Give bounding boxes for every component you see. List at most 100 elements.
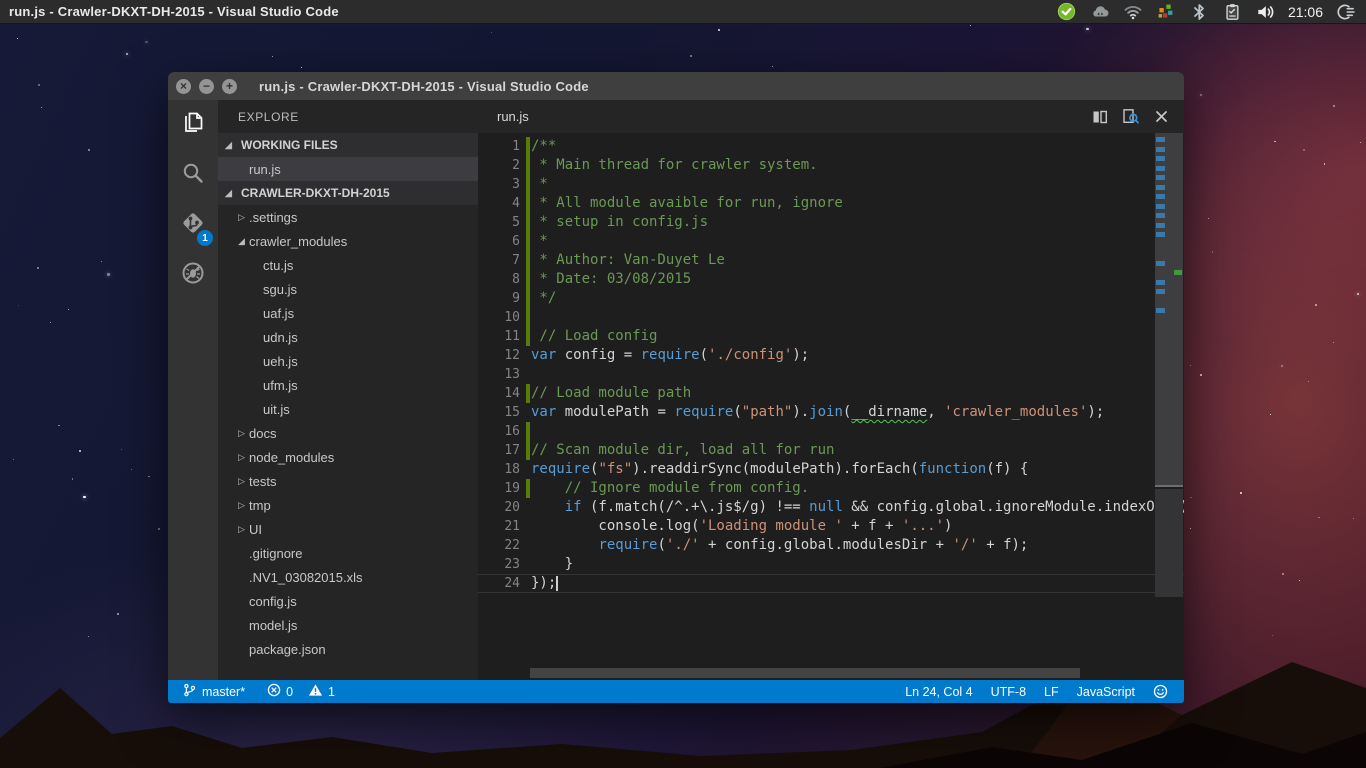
activity-git[interactable]: 1 [168,200,218,250]
code-line-21[interactable]: 21 console.log('Loading module ' + f + '… [478,517,1184,536]
code-line-23[interactable]: 23 } [478,555,1184,574]
network-places-icon[interactable] [1156,2,1176,22]
skype-presence-icon[interactable] [1057,2,1077,22]
code-line-20[interactable]: 20 if (f.match(/^.+\.js$/g) !== null && … [478,498,1184,517]
code-line-5[interactable]: 5 * setup in config.js [478,213,1184,232]
section-project[interactable]: ◢ CRAWLER-DKXT-DH-2015 [218,181,478,205]
code-line-7[interactable]: 7 * Author: Van-Duyet Le [478,251,1184,270]
sidebar-item-package-json[interactable]: package.json [218,637,478,661]
sidebar-item-udn-js[interactable]: udn.js [218,325,478,349]
window-minimize-button[interactable]: − [199,79,214,94]
code-line-15[interactable]: 15var modulePath = require("path").join(… [478,403,1184,422]
code-line-3[interactable]: 3 * [478,175,1184,194]
close-icon[interactable] [1153,108,1170,125]
sidebar-item-run-js[interactable]: run.js [218,157,478,181]
feedback-smiley-icon[interactable] [1153,684,1168,699]
encoding-indicator[interactable]: UTF-8 [991,685,1026,699]
scrollbar-track[interactable] [1155,489,1183,597]
branch-icon [182,682,197,701]
window-maximize-button[interactable]: + [222,79,237,94]
code-line-10[interactable]: 10 [478,308,1184,327]
git-added-gutter-bar [526,213,530,232]
eol-indicator[interactable]: LF [1044,685,1059,699]
code-line-8[interactable]: 8 * Date: 03/08/2015 [478,270,1184,289]
code-line-9[interactable]: 9 */ [478,289,1184,308]
twistie-collapsed-icon[interactable]: ▷ [238,452,249,463]
twistie-collapsed-icon[interactable]: ▷ [238,476,249,487]
twistie-collapsed-icon[interactable]: ▷ [238,428,249,439]
window-titlebar[interactable]: × − + run.js - Crawler-DKXT-DH-2015 - Vi… [168,72,1184,100]
horizontal-scrollbar[interactable] [530,668,1080,678]
sidebar-item-ui[interactable]: ▷UI [218,517,478,541]
code-text: * setup in config.js [531,213,708,232]
ruler-change-mark [1156,261,1165,266]
code-line-19[interactable]: 19 // Ignore module from config. [478,479,1184,498]
preview-icon[interactable] [1122,108,1139,125]
code-line-13[interactable]: 13 [478,365,1184,384]
sidebar-item-ctu-js[interactable]: ctu.js [218,253,478,277]
file-label: run.js [249,162,281,177]
language-mode[interactable]: JavaScript [1077,685,1135,699]
debug-no-bug-icon [180,260,206,291]
code-line-22[interactable]: 22 require('./' + config.global.modulesD… [478,536,1184,555]
session-power-icon[interactable] [1336,2,1356,22]
code-line-18[interactable]: 18require("fs").readdirSync(modulePath).… [478,460,1184,479]
sidebar-item-node-modules[interactable]: ▷node_modules [218,445,478,469]
activity-explorer[interactable] [168,100,218,150]
code-line-14[interactable]: 14// Load module path [478,384,1184,403]
twistie-expanded-icon[interactable]: ◢ [238,236,249,247]
sidebar-item-uit-js[interactable]: uit.js [218,397,478,421]
sidebar-item-sgu-js[interactable]: sgu.js [218,277,478,301]
code-line-4[interactable]: 4 * All module avaible for run, ignore [478,194,1184,213]
code-line-17[interactable]: 17// Scan module dir, load all for run [478,441,1184,460]
editor-tabbar: run.js [478,100,1184,133]
overview-ruler[interactable] [1155,133,1183,599]
sidebar-item-tmp[interactable]: ▷tmp [218,493,478,517]
clock[interactable]: 21:06 [1288,4,1323,20]
window-close-button[interactable]: × [176,79,191,94]
sidebar-item-docs[interactable]: ▷docs [218,421,478,445]
git-branch-status[interactable]: master* [182,682,245,701]
sidebar-item-settings[interactable]: ▷.settings [218,205,478,229]
tab-run-js[interactable]: run.js [478,109,529,124]
code-line-6[interactable]: 6 * [478,232,1184,251]
sidebar-item-config-js[interactable]: config.js [218,589,478,613]
code-line-11[interactable]: 11 // Load config [478,327,1184,346]
bluetooth-icon[interactable] [1189,2,1209,22]
sidebar-item-gitignore[interactable]: .gitignore [218,541,478,565]
activity-search[interactable] [168,150,218,200]
code-line-16[interactable]: 16 [478,422,1184,441]
cursor-position[interactable]: Ln 24, Col 4 [905,685,972,699]
line-number: 15 [478,403,520,422]
sidebar-item-ufm-js[interactable]: ufm.js [218,373,478,397]
wifi-icon[interactable] [1123,2,1143,22]
sidebar-item-crawler-modules[interactable]: ◢crawler_modules [218,229,478,253]
sidebar-item-nv1-03082015-xls[interactable]: .NV1_03082015.xls [218,565,478,589]
twistie-collapsed-icon[interactable]: ▷ [238,212,249,223]
line-number: 10 [478,308,520,327]
code-editor[interactable]: 1/**2 * Main thread for crawler system.3… [478,133,1184,680]
ruler-change-mark [1156,194,1165,199]
code-line-2[interactable]: 2 * Main thread for crawler system. [478,156,1184,175]
code-text: require('./' + config.global.modulesDir … [531,536,1028,555]
problems-status[interactable]: 0 1 [267,683,335,700]
split-editor-icon[interactable] [1091,108,1108,125]
sidebar-item-tests[interactable]: ▷tests [218,469,478,493]
code-line-24[interactable]: 24}); [478,574,1184,593]
code-line-12[interactable]: 12var config = require('./config'); [478,346,1184,365]
sidebar-item-ueh-js[interactable]: ueh.js [218,349,478,373]
sidebar-item-uaf-js[interactable]: uaf.js [218,301,478,325]
line-number: 24 [478,574,520,593]
git-added-gutter-bar [526,422,530,441]
line-number: 3 [478,175,520,194]
cloud-sync-icon[interactable] [1090,2,1110,22]
twistie-collapsed-icon[interactable]: ▷ [238,524,249,535]
file-label: tmp [249,498,271,513]
volume-icon[interactable] [1255,2,1275,22]
activity-debug[interactable] [168,250,218,300]
sidebar-item-model-js[interactable]: model.js [218,613,478,637]
section-working-files[interactable]: ◢ WORKING FILES [218,133,478,157]
code-line-1[interactable]: 1/** [478,137,1184,156]
twistie-collapsed-icon[interactable]: ▷ [238,500,249,511]
clipboard-updates-icon[interactable] [1222,2,1242,22]
